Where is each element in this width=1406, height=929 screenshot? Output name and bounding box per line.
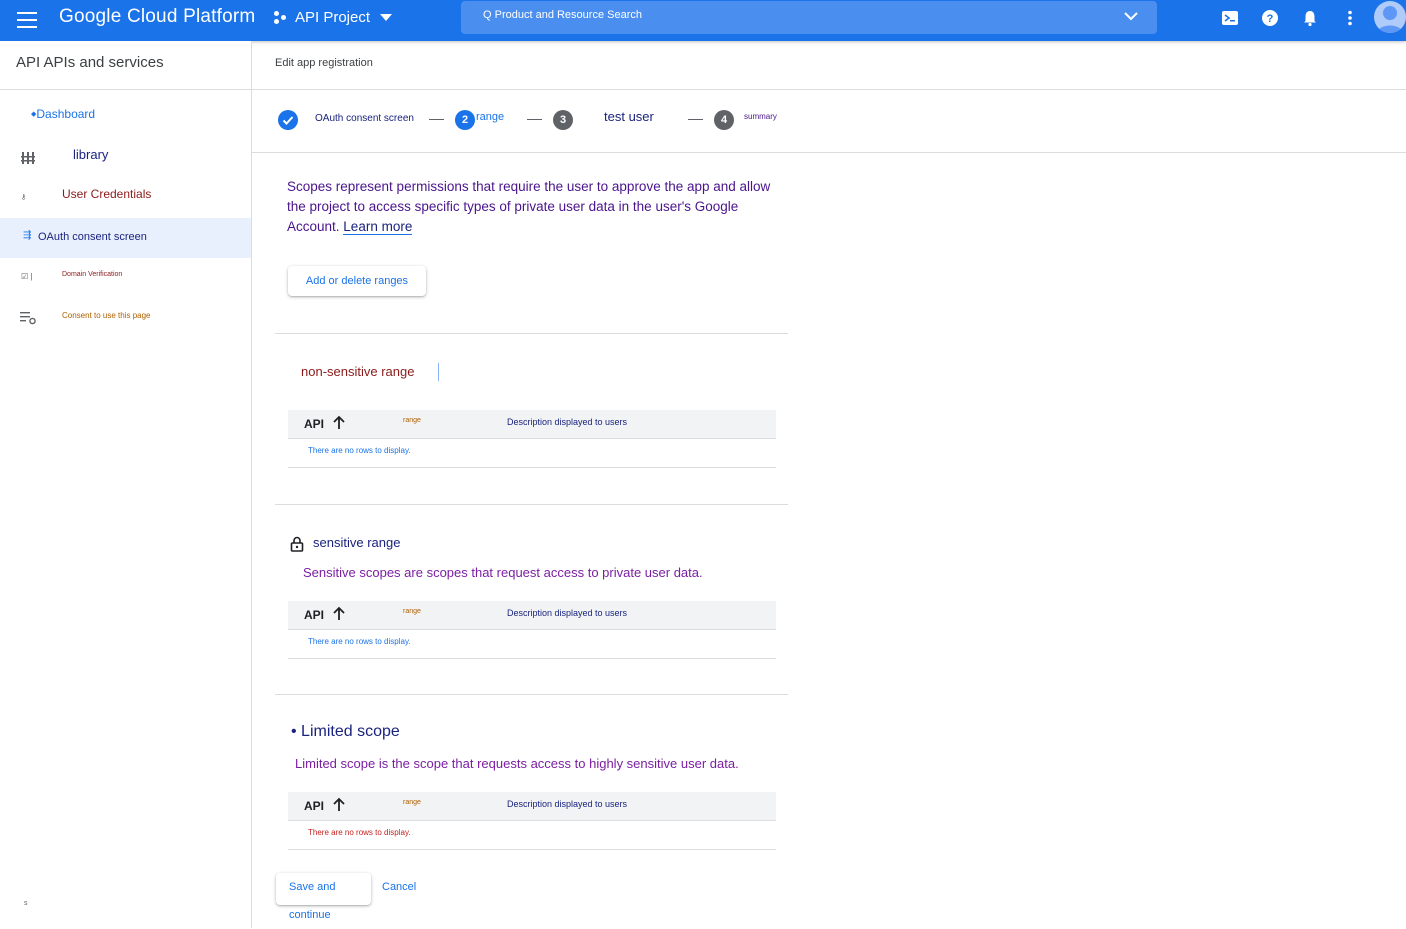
col-description-header: Description displayed to users [507,608,628,618]
step-label-oauth[interactable]: OAuth consent screen [315,113,414,124]
account-icon[interactable] [1374,1,1406,33]
text-cursor [438,363,439,381]
svg-text:?: ? [1267,13,1274,25]
section-title-limited: • Limited scope [291,723,400,740]
section-title-non-sensitive: non-sensitive range [301,364,415,379]
col-api-header[interactable]: API [304,608,324,622]
sidebar-title: API APIs and services [16,54,164,71]
col-api-header[interactable]: API [304,417,324,431]
arrow-up-icon[interactable] [332,606,346,622]
divider [0,89,251,90]
empty-message: There are no rows to display. [308,446,411,455]
learn-more-link[interactable]: Learn more [343,219,413,235]
sensitive-scopes-table: API range Description displayed to users… [288,601,776,659]
step-label-summary[interactable]: summary [744,112,777,121]
sidebar-item-library[interactable]: library [0,135,251,175]
chevron-down-icon [380,14,393,21]
table-empty-row: There are no rows to display. [288,630,776,659]
section-title-sensitive: sensitive range [313,535,401,550]
scopes-intro: Scopes represent permissions that requir… [287,177,777,237]
col-range-header: range [403,799,421,806]
step-number-4[interactable]: 4 [714,110,734,130]
search-input[interactable]: Q Product and Resource Search [483,9,642,21]
step-number-3[interactable]: 3 [553,110,573,130]
top-bar: Google Cloud Platform API Project Q Prod… [0,0,1406,41]
help-icon[interactable]: ? [1261,9,1279,27]
table-header: API range Description displayed to users [288,410,776,439]
step-label-range[interactable]: range [476,111,504,123]
arrow-up-icon[interactable] [332,797,346,813]
step-label-test-user[interactable]: test user [604,109,654,124]
add-delete-ranges-button[interactable]: Add or delete ranges [288,266,426,296]
step-connector [429,119,444,120]
limited-scopes-table: API range Description displayed to users… [288,792,776,850]
search-bar[interactable]: Q Product and Resource Search [461,1,1157,34]
sidebar: API APIs and services ◆Dashboard library… [0,41,252,928]
library-icon [21,152,35,164]
table-header: API range Description displayed to users [288,792,776,821]
sidebar-item-label: Domain Verification [62,271,123,278]
page-title: Edit app registration [275,57,373,69]
divider [275,694,788,695]
stepper: OAuth consent screen 2 range 3 test user… [252,90,1406,153]
search-expand-icon[interactable] [1123,10,1139,22]
more-vert-icon[interactable] [1341,9,1359,27]
col-range-header: range [403,417,421,424]
menu-icon[interactable] [17,9,39,31]
sidebar-footer: s [24,900,28,907]
bell-icon[interactable] [1301,9,1319,27]
brand-title[interactable]: Google Cloud Platform [59,6,255,28]
step-number-2[interactable]: 2 [455,110,475,130]
project-selector[interactable]: API Project [274,9,393,26]
consent-icon: ⇶ [23,230,32,241]
section-description-sensitive: Sensitive scopes are scopes that request… [303,565,703,580]
step-connector [527,119,542,120]
sidebar-item-domain-verification[interactable]: ☑ | Domain Verification [0,258,251,298]
project-name: API Project [295,9,371,26]
settings-list-icon [20,312,36,325]
sidebar-item-label: Consent to use this page [62,311,151,320]
save-continue-button[interactable]: Save and continue [276,873,371,921]
col-api-header[interactable]: API [304,799,324,813]
sidebar-item-dashboard[interactable]: ◆Dashboard [0,95,251,135]
col-range-header: range [403,608,421,615]
checkbox-icon: ☑ | [21,272,33,281]
empty-message: There are no rows to display. [308,637,411,646]
step-connector [688,119,703,120]
sidebar-item-page-usage-agreement[interactable]: Consent to use this page [0,298,251,338]
col-description-header: Description displayed to users [507,799,628,809]
project-dots-icon [274,10,288,25]
cancel-button[interactable]: Cancel [382,881,416,893]
sidebar-item-oauth-consent[interactable]: ⇶ OAuth consent screen [0,218,251,258]
table-header: API range Description displayed to users [288,601,776,630]
table-empty-row: There are no rows to display. [288,821,776,850]
divider [275,504,788,505]
terminal-icon[interactable] [1221,9,1239,27]
sidebar-item-credentials[interactable]: ⚷ User Credentials [0,175,251,215]
sidebar-item-label: OAuth consent screen [38,231,147,243]
col-description-header: Description displayed to users [507,417,628,427]
section-description-limited: Limited scope is the scope that requests… [295,756,739,771]
empty-message: There are no rows to display. [308,828,411,837]
arrow-up-icon[interactable] [332,415,346,431]
table-empty-row: There are no rows to display. [288,439,776,468]
sidebar-item-label: library [73,147,109,162]
non-sensitive-scopes-table: API range Description displayed to users… [288,410,776,468]
page-header: Edit app registration [252,41,1406,90]
lock-icon [290,536,304,552]
key-icon: ⚷ [21,194,27,201]
sidebar-item-label: User Credentials [62,187,152,201]
sidebar-item-label: ◆Dashboard [31,107,96,121]
step-done-check-icon[interactable] [278,110,298,130]
main-content: Scopes represent permissions that requir… [252,153,1406,928]
divider [275,333,788,334]
